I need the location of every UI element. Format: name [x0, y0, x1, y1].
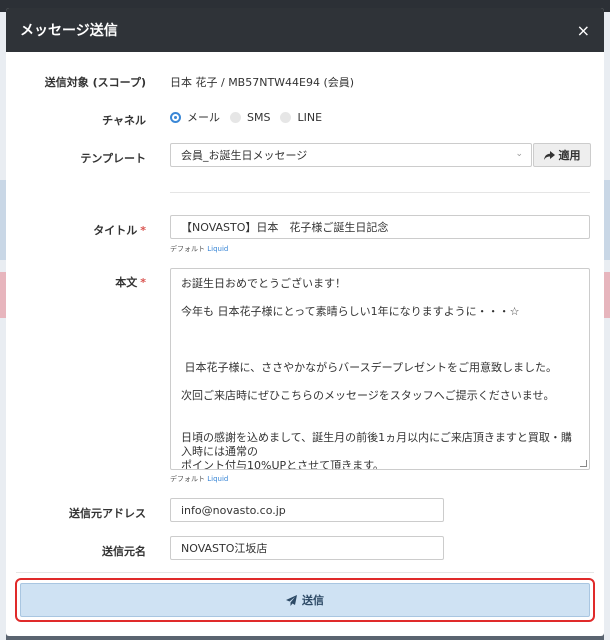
template-select[interactable]: 会員_お誕生日メッセージ ⌄ [170, 143, 532, 167]
title-hint: デフォルト Liquid [170, 244, 228, 254]
body-line [181, 291, 579, 305]
channel-radio-mail[interactable]: メール [170, 109, 220, 125]
resize-handle-icon[interactable] [580, 460, 587, 467]
channel-radio-sms[interactable]: SMS [230, 111, 270, 124]
body-line: お誕生日おめでとうございます！ [181, 277, 346, 290]
liquid-link[interactable]: Liquid [207, 475, 228, 483]
paper-plane-icon [286, 594, 297, 606]
body-text: お誕生日おめでとうございます！ 今年も 日本花子様にとって素晴らしい1年になりま… [181, 277, 579, 470]
body-line [181, 319, 579, 333]
body-line [181, 333, 579, 347]
divider [170, 192, 590, 193]
background-right [604, 12, 610, 640]
required-mark: * [140, 276, 146, 289]
send-label: 送信 [302, 594, 324, 607]
hint-default: デフォルト [170, 475, 205, 483]
template-label: テンプレート [80, 152, 146, 165]
channel-radio-line[interactable]: LINE [280, 111, 322, 124]
apply-template-button[interactable]: 適用 [533, 143, 591, 167]
send-button[interactable]: 送信 [20, 583, 590, 617]
body-line [181, 417, 579, 431]
radio-icon[interactable] [230, 111, 241, 123]
title-input[interactable]: 【NOVASTO】日本 花子様ご誕生日記念 [170, 215, 590, 239]
from-address-label: 送信元アドレス [69, 507, 146, 520]
radio-checked-icon[interactable] [170, 111, 181, 123]
body-line [181, 375, 579, 389]
channel-label: チャネル [102, 114, 146, 127]
channel-radio-group: メール SMS LINE [170, 109, 322, 125]
body-textarea[interactable]: お誕生日おめでとうございます！ 今年も 日本花子様にとって素晴らしい1年になりま… [170, 268, 590, 470]
liquid-link[interactable]: Liquid [207, 245, 228, 253]
from-name-input[interactable]: NOVASTO江坂店 [170, 536, 444, 560]
body-label-text: 本文 [115, 276, 138, 289]
background-stripe [604, 272, 610, 318]
body-line: 日頃の感謝を込めまして、誕生月の前後1ヵ月以内にご来店頂きますと買取・購入時には… [181, 431, 572, 458]
modal-header: メッセージ送信 × [6, 8, 604, 52]
radio-icon[interactable] [280, 111, 292, 123]
background-stripe [604, 180, 610, 260]
body-line: ポイント付与10%UPとさせて頂きます。 [181, 459, 385, 470]
chevron-down-icon: ⌄ [515, 149, 523, 159]
hint-default: デフォルト [170, 245, 205, 253]
required-mark: * [140, 224, 146, 237]
body-line [181, 347, 579, 361]
channel-radio-label: LINE [297, 110, 323, 124]
channel-radio-label: メール [187, 111, 220, 124]
template-select-value: 会員_お誕生日メッセージ [181, 149, 308, 162]
apply-template-label: 適用 [558, 149, 581, 162]
scope-label: 送信対象 (スコープ) [44, 76, 146, 89]
body-line [181, 403, 579, 417]
share-arrow-icon [543, 150, 555, 160]
message-send-modal: メッセージ送信 × 送信対象 (スコープ) 日本 花子 / MB57NTW44E… [6, 8, 604, 636]
body-line: 次回ご来店時にぜひこちらのメッセージをスタッフへご提示くださいませ。 [181, 389, 555, 402]
modal-title: メッセージ送信 [20, 23, 118, 39]
channel-radio-label: SMS [247, 110, 271, 124]
body-hint: デフォルト Liquid [170, 474, 228, 484]
from-name-label: 送信元名 [102, 545, 146, 558]
body-label: 本文 * [6, 274, 146, 290]
send-button-highlight: 送信 [15, 578, 595, 622]
divider [16, 572, 594, 573]
close-icon[interactable]: × [577, 21, 590, 40]
scope-value: 日本 花子 / MB57NTW44E94 (会員) [170, 76, 355, 89]
body-line: 日本花子様に、ささやかながらバースデープレゼントをご用意致しました。 [181, 361, 557, 374]
title-label-text: タイトル [93, 224, 138, 237]
body-line: 今年も 日本花子様にとって素晴らしい1年になりますように・・・☆ [181, 305, 520, 318]
from-address-input[interactable]: info@novasto.co.jp [170, 498, 444, 522]
title-label: タイトル * [6, 222, 146, 238]
